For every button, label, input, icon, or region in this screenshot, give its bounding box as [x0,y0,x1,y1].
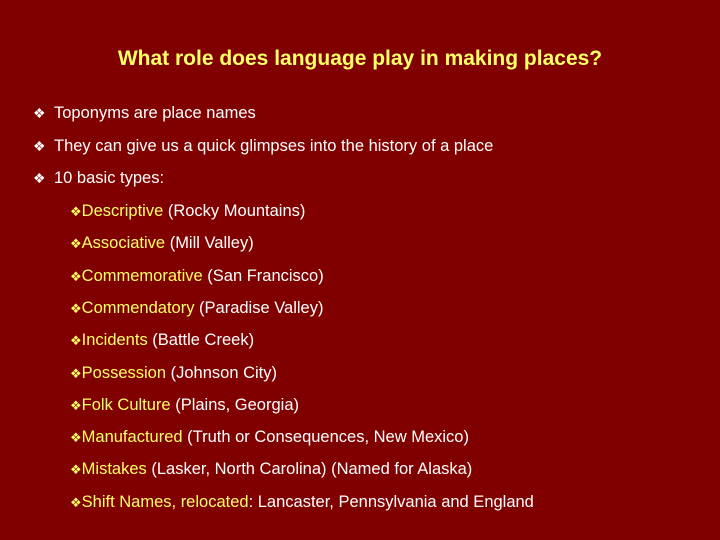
type-term: Commendatory [81,298,195,317]
type-item: ❖Descriptive (Rocky Mountains) [70,201,305,222]
type-item: ❖Commemorative (San Francisco) [70,266,324,287]
type-term: Descriptive [81,202,164,220]
type-item: ❖Commendatory (Paradise Valley) [70,298,323,319]
type-item: ❖Incidents (Battle Creek) [70,330,254,351]
bullet-text: They can give us a quick glimpses into t… [54,137,494,155]
type-term: Manufactured [81,428,183,447]
type-item: ❖Mistakes (Lasker, North Carolina) (Name… [70,459,472,480]
bullet-item: ❖ 10 basic types: [33,168,164,188]
type-example: (San Francisco) [202,266,324,285]
diamond-bullet-icon: ❖ [33,105,46,121]
type-item: ❖Possession (Johnson City) [70,363,277,384]
type-example: (Mill Valley) [165,234,254,253]
diamond-bullet-icon: ❖ [70,333,82,349]
diamond-bullet-icon: ❖ [70,494,82,510]
diamond-bullet-icon: ❖ [70,236,82,252]
type-term: Shift Names, relocated [81,492,249,511]
type-item: ❖Shift Names, relocated: Lancaster, Penn… [70,492,534,513]
diamond-bullet-icon: ❖ [70,430,82,446]
type-item: ❖Manufactured (Truth or Consequences, Ne… [70,427,469,448]
type-term: Folk Culture [81,395,171,414]
type-term: Commemorative [81,266,203,285]
type-term: Incidents [81,331,148,350]
diamond-bullet-icon: ❖ [70,397,82,413]
diamond-bullet-icon: ❖ [70,268,82,284]
type-example: (Johnson City) [166,363,278,382]
type-item: ❖Associative (Mill Valley) [70,233,254,254]
type-example: (Rocky Mountains) [163,202,306,220]
type-term: Mistakes [81,460,147,479]
diamond-bullet-icon: ❖ [70,365,82,381]
type-example: (Paradise Valley) [194,298,324,317]
bullet-item: ❖ They can give us a quick glimpses into … [33,136,493,156]
diamond-bullet-icon: ❖ [70,204,82,219]
bullet-item: ❖ Toponyms are place names [33,103,256,123]
type-term: Associative [81,234,166,253]
bullet-text: Toponyms are place names [54,104,256,122]
type-example: (Truth or Consequences, New Mexico) [182,428,469,447]
diamond-bullet-icon: ❖ [33,138,46,154]
type-example: : Lancaster, Pennsylvania and England [248,492,534,511]
type-example: (Lasker, North Carolina) (Named for Alas… [146,460,473,479]
type-term: Possession [81,363,167,382]
bullet-text: 10 basic types: [54,169,165,187]
diamond-bullet-icon: ❖ [70,300,82,316]
diamond-bullet-icon: ❖ [70,462,82,478]
type-example: (Plains, Georgia) [170,395,299,414]
slide-title: What role does language play in making p… [117,47,603,70]
type-example: (Battle Creek) [147,331,255,350]
diamond-bullet-icon: ❖ [33,170,46,186]
type-item: ❖Folk Culture (Plains, Georgia) [70,395,299,416]
